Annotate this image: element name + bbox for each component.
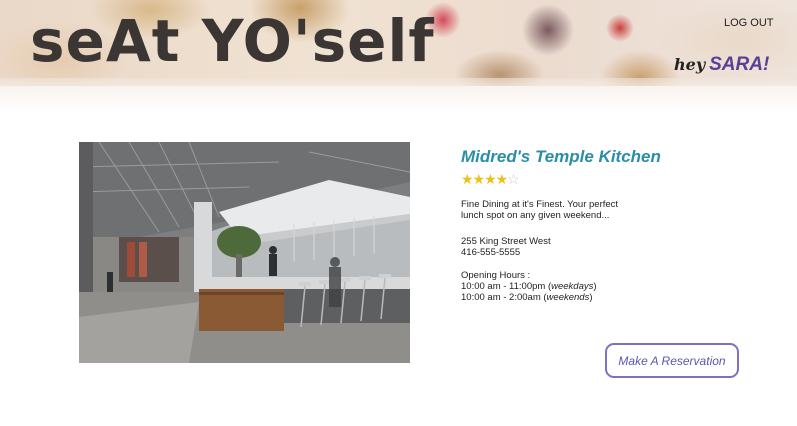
weekends-time: 10:00 am - 2:00am ( — [461, 292, 547, 303]
make-reservation-label: Make A Reservation — [618, 353, 726, 368]
close-paren: ) — [593, 281, 597, 292]
logout-link[interactable]: LOG OUT — [724, 17, 774, 29]
restaurant-contact: 255 King Street West 416-555-5555 — [461, 236, 551, 258]
site-logo: seAt YO'self — [30, 6, 435, 76]
user-greeting: hey SARA! — [674, 54, 769, 76]
logo-text: seAt YO'self — [30, 7, 435, 75]
header-banner: seAt YO'self LOG OUT hey SARA! — [0, 0, 797, 86]
star-rating: ★★★★☆ — [461, 171, 520, 188]
hours-weekends: 10:00 am - 2:00am (weekends) — [461, 292, 597, 303]
restaurant-description: Fine Dining at it's Finest. Your perfect… — [461, 199, 619, 221]
close-paren: ) — [589, 292, 593, 303]
make-reservation-button[interactable]: Make A Reservation — [605, 343, 739, 378]
phone-number: 416-555-5555 — [461, 247, 521, 258]
empty-star: ☆ — [507, 171, 520, 187]
greeting-prefix: hey — [674, 55, 706, 74]
opening-hours: Opening Hours : 10:00 am - 11:00pm (week… — [461, 270, 597, 303]
hours-title: Opening Hours : — [461, 270, 531, 281]
restaurant-name[interactable]: Midred's Temple Kitchen — [461, 147, 661, 167]
weekdays-time: 10:00 am - 11:00pm ( — [461, 281, 552, 292]
weekdays-label: weekdays — [551, 281, 594, 292]
address-line: 255 King Street West — [461, 236, 551, 247]
weekends-label: weekends — [546, 292, 590, 303]
header-fade — [0, 78, 797, 112]
hours-weekdays: 10:00 am - 11:00pm (weekdays) — [461, 281, 597, 292]
filled-stars: ★★★★ — [461, 171, 508, 187]
username: SARA! — [709, 54, 770, 75]
restaurant-photo — [79, 142, 410, 363]
